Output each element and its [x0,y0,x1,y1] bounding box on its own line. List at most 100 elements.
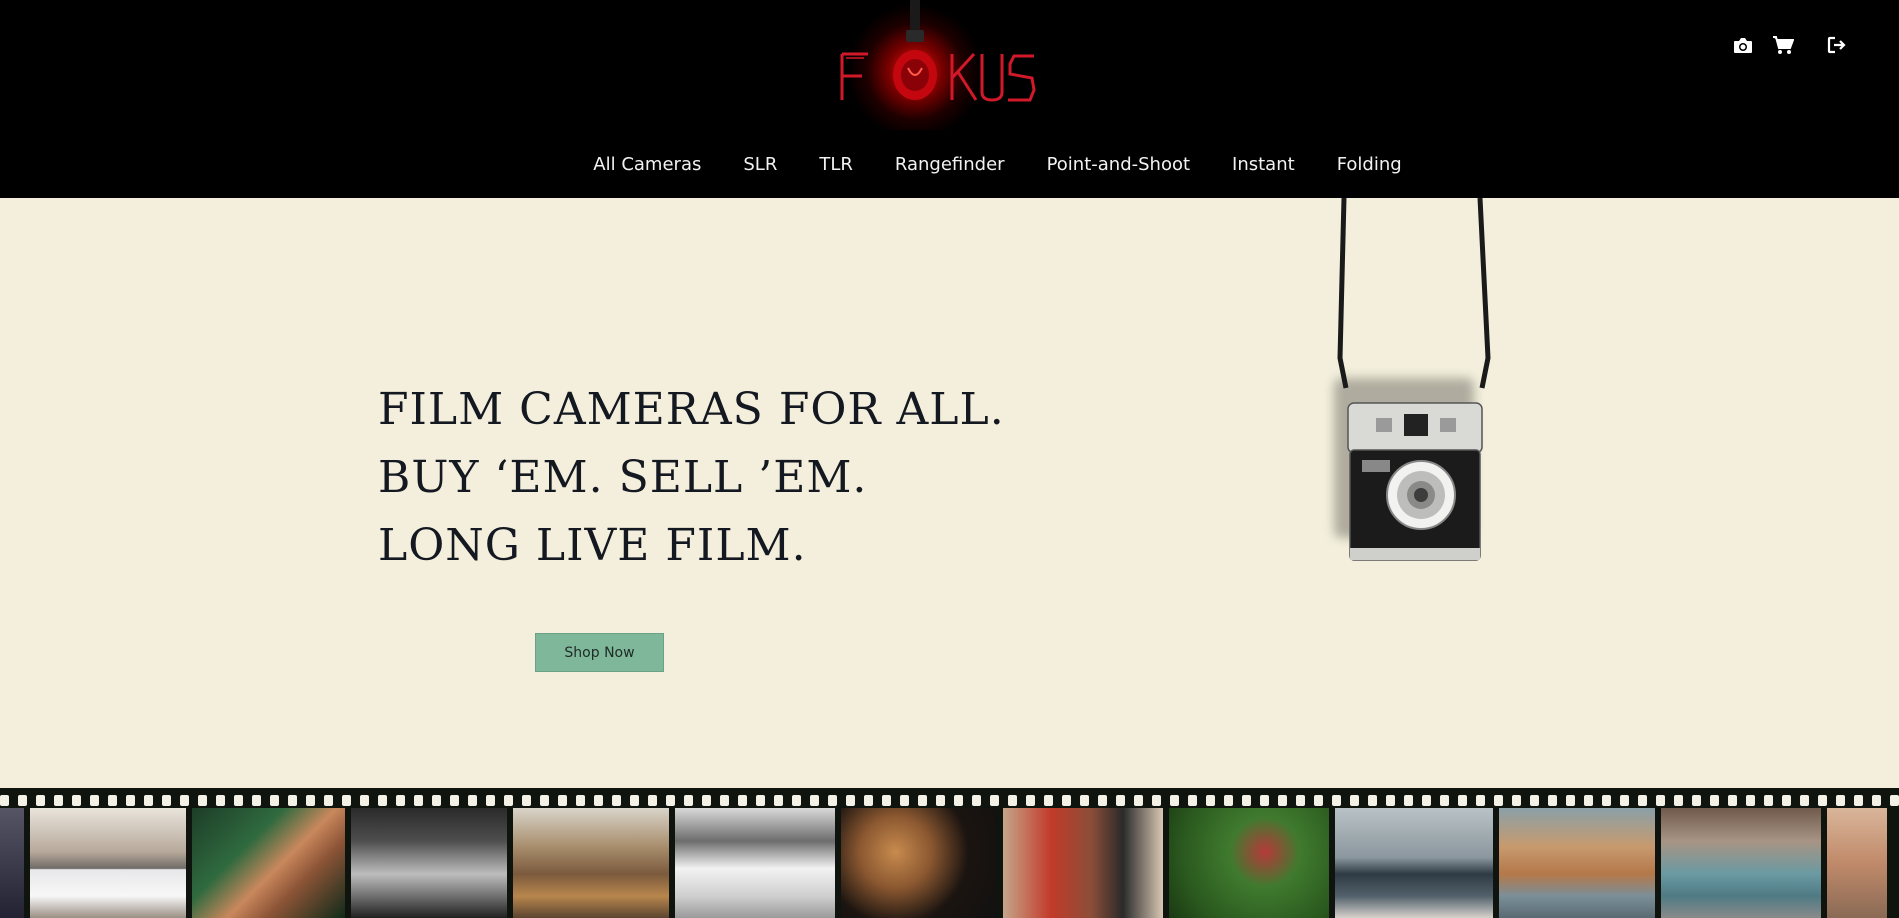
hanging-camera-image [1334,198,1491,561]
sprocket-hole [1260,795,1269,806]
sprocket-hole [1692,795,1701,806]
sprocket-hole [450,795,459,806]
film-photo-street-night [351,808,507,918]
sprocket-hole [1350,795,1359,806]
sprocket-hole [360,795,369,806]
sprocket-hole [702,795,711,806]
sprocket-hole [954,795,963,806]
sprocket-hole [1584,795,1593,806]
nav-item-slr[interactable]: SLR [722,154,798,180]
sprocket-hole [882,795,891,806]
film-photo-afro-women [841,808,997,918]
sprocket-hole [666,795,675,806]
camera-icon[interactable] [1731,34,1755,56]
sprocket-hole [1746,795,1755,806]
sprocket-hole [720,795,729,806]
sprocket-hole [1314,795,1323,806]
film-photo-man-hose [192,808,345,918]
sprocket-hole [1062,795,1071,806]
sprocket-hole [990,795,999,806]
sprocket-hole [198,795,207,806]
sprocket-hole [1566,795,1575,806]
sprocket-hole [846,795,855,806]
sprocket-hole [1296,795,1305,806]
hero-line-1: FILM CAMERAS FOR ALL. [378,384,1005,435]
fokus-logo[interactable] [830,0,1050,130]
sprocket-hole [1656,795,1665,806]
film-photo-beach-people [1499,808,1655,918]
sprocket-hole [72,795,81,806]
film-photo-woman-garden [1169,808,1329,918]
sprocket-hole [1404,795,1413,806]
sprocket-hole [918,795,927,806]
sign-out-icon[interactable] [1825,34,1849,56]
sprocket-hole [1620,795,1629,806]
sprocket-hole [1728,795,1737,806]
sprocket-hole [1854,795,1863,806]
sprocket-hole [1530,795,1539,806]
sprocket-hole [684,795,693,806]
hero-line-2: BUY ‘EM. SELL ’EM. [378,452,868,503]
nav-item-folding[interactable]: Folding [1316,154,1423,180]
sprocket-hole [1638,795,1647,806]
film-photo-dogs-car [513,808,669,918]
sprocket-hole [234,795,243,806]
nav-item-point-and-shoot[interactable]: Point-and-Shoot [1026,154,1211,180]
sprocket-hole [1548,795,1557,806]
sprocket-hole [756,795,765,806]
nav-item-all-cameras[interactable]: All Cameras [572,154,722,180]
sprocket-hole [900,795,909,806]
sprocket-hole [1710,795,1719,806]
sprocket-hole [396,795,405,806]
sprocket-hole [216,795,225,806]
sprocket-hole [54,795,63,806]
sprocket-hole [504,795,513,806]
sprocket-hole [1044,795,1053,806]
sprocket-hole [126,795,135,806]
sprocket-hole [558,795,567,806]
sprocket-hole [0,795,9,806]
sprocket-hole [270,795,279,806]
category-nav: All Cameras SLR TLR Rangefinder Point-an… [0,154,1899,180]
sprocket-hole [972,795,981,806]
sprocket-hole [18,795,27,806]
sprocket-hole [1368,795,1377,806]
sprocket-hole [522,795,531,806]
sprocket-hole [1476,795,1485,806]
sprocket-hole [180,795,189,806]
shop-now-button[interactable]: Shop Now [535,633,664,672]
sprocket-hole [810,795,819,806]
sprocket-hole [774,795,783,806]
sprocket-hole [162,795,171,806]
light-bulb-icon [840,0,1036,102]
sprocket-hole [540,795,549,806]
sprocket-hole [792,795,801,806]
sprocket-hole [486,795,495,806]
sprocket-hole [36,795,45,806]
sprocket-hole [1026,795,1035,806]
sprocket-hole [576,795,585,806]
sprocket-hole [1206,795,1215,806]
sprocket-hole [1872,795,1881,806]
sprocket-hole [108,795,117,806]
cart-icon[interactable] [1771,34,1795,56]
sprocket-hole [1890,795,1899,806]
nav-item-rangefinder[interactable]: Rangefinder [874,154,1026,180]
film-photo-surfer [1335,808,1493,918]
film-photo-edge [0,808,24,918]
sprocket-hole [594,795,603,806]
sprocket-hole [1224,795,1233,806]
header-icon-bar [1715,34,1849,56]
sprocket-hole [738,795,747,806]
sprocket-hole [1242,795,1251,806]
sprocket-hole [1440,795,1449,806]
sprocket-hole [828,795,837,806]
category-nav-list: All Cameras SLR TLR Rangefinder Point-an… [572,154,1422,180]
film-photo-bodybuilders [1003,808,1163,918]
nav-item-instant[interactable]: Instant [1211,154,1316,180]
sprocket-hole [1386,795,1395,806]
sprocket-hole [1152,795,1161,806]
sprocket-hole [1458,795,1467,806]
film-strip-gallery [0,788,1899,918]
nav-item-tlr[interactable]: TLR [798,154,874,180]
